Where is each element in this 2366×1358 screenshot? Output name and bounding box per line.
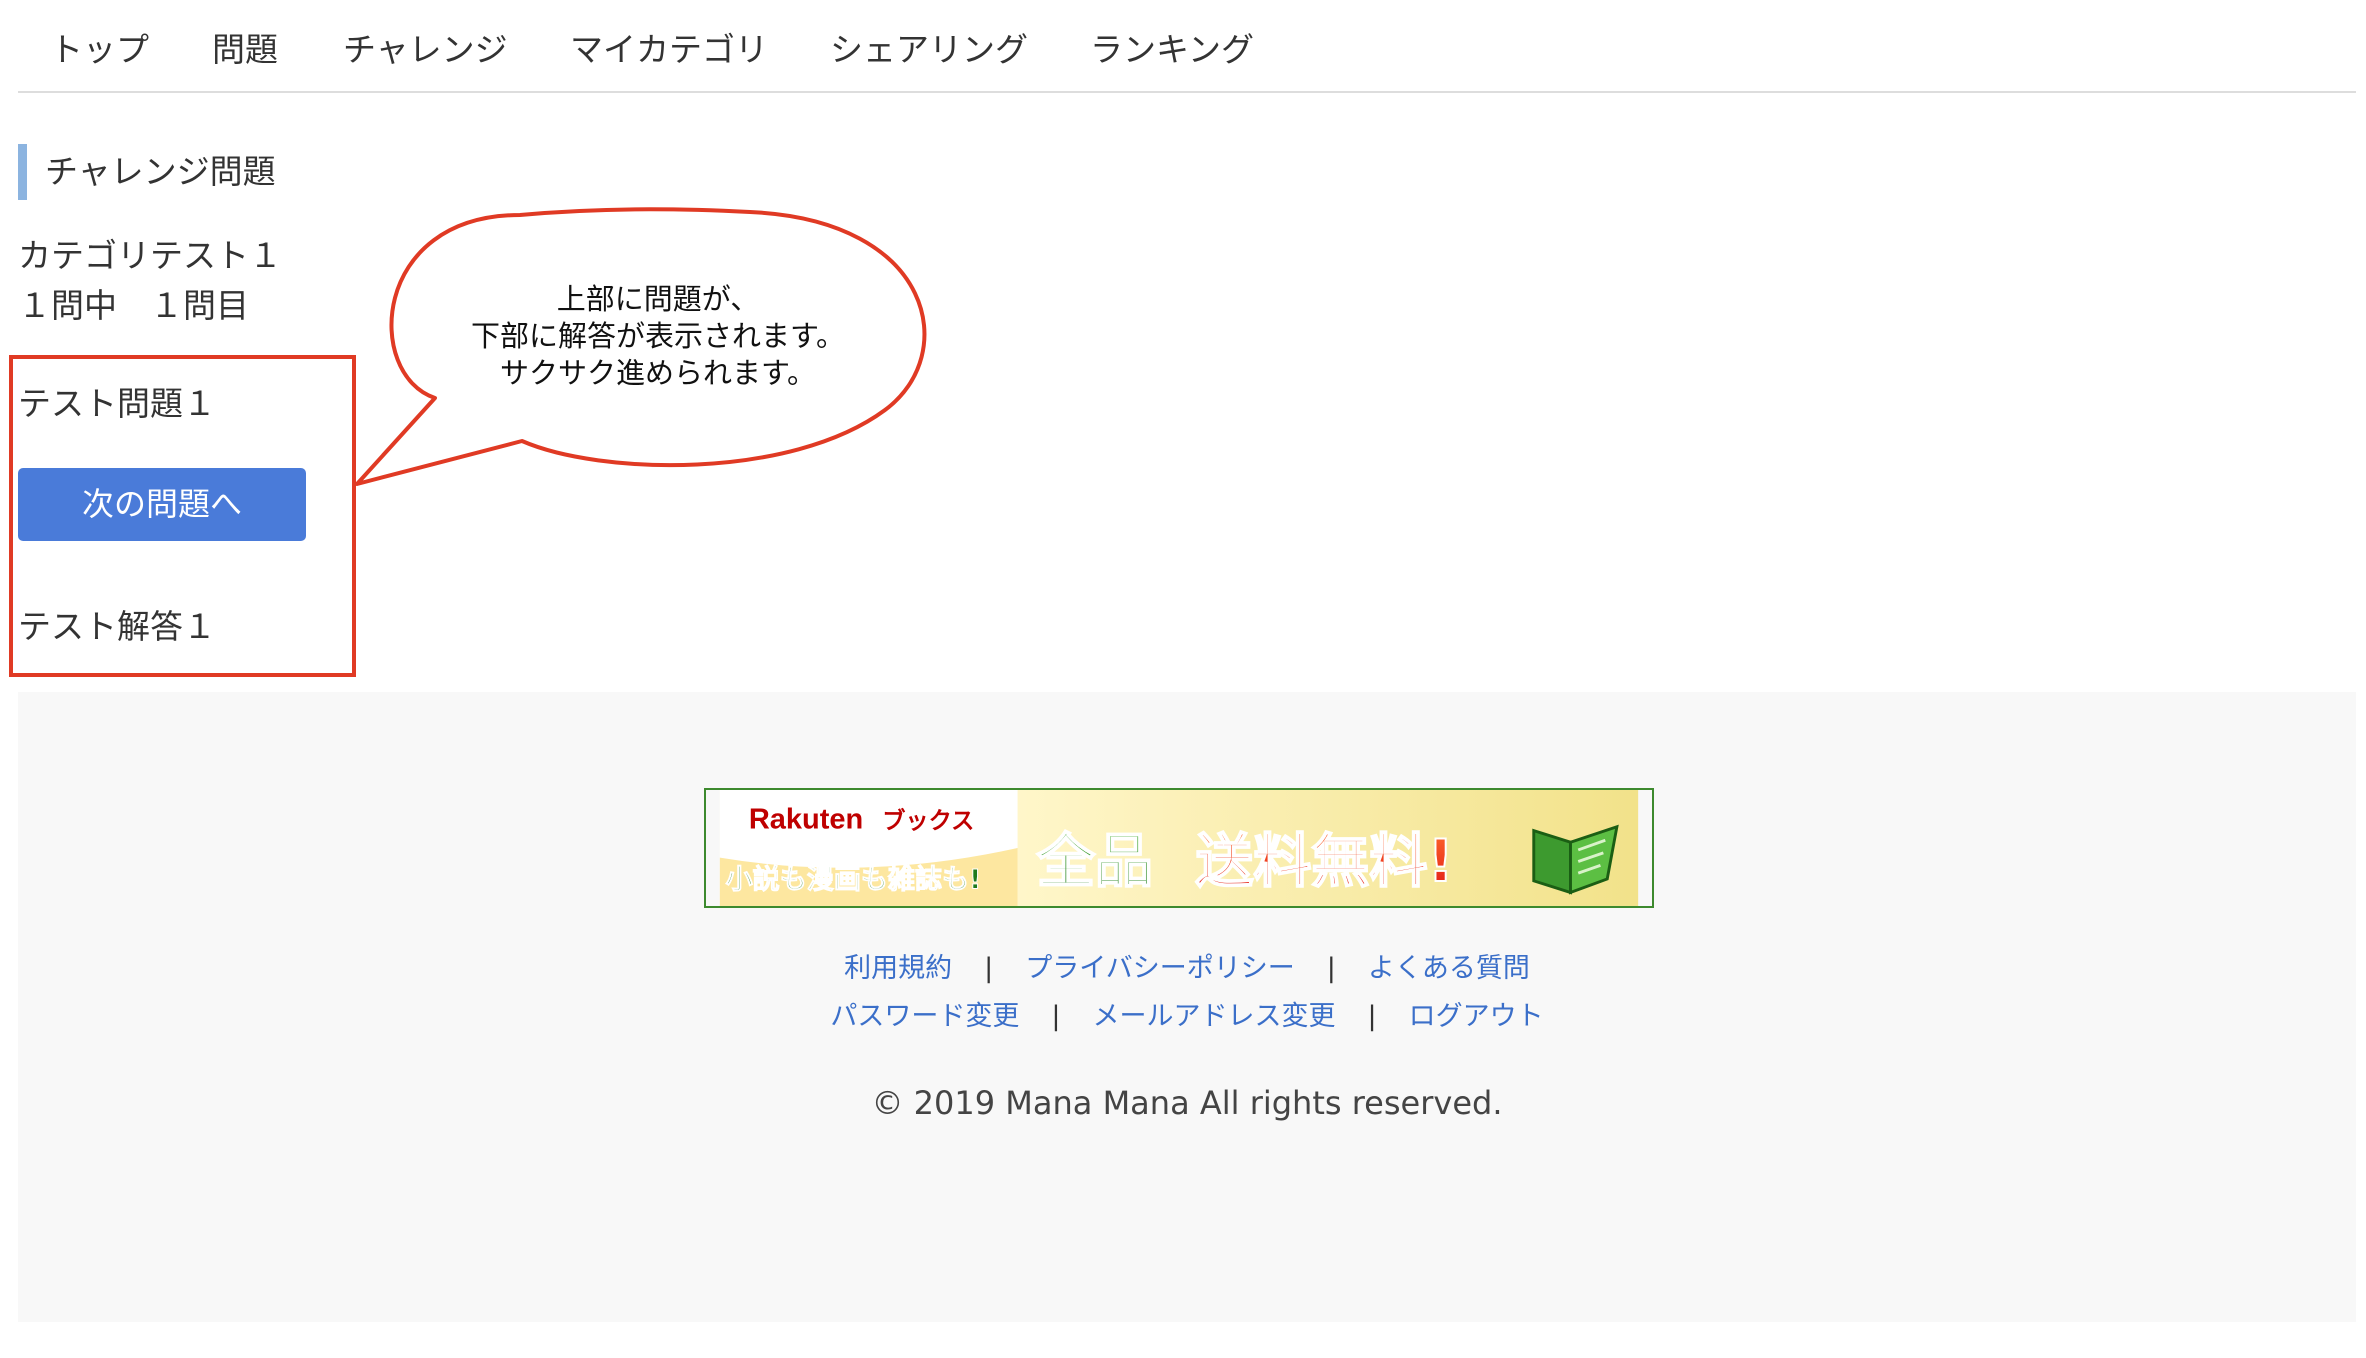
nav-item-challenge[interactable]: チャレンジ xyxy=(343,28,508,72)
change-email-link[interactable]: メールアドレス変更 xyxy=(1093,1001,1336,1032)
footer-separator: | xyxy=(1051,1001,1061,1032)
category-name: カテゴリテスト１ xyxy=(18,236,282,275)
banner-tagline: 小説も漫画も雑誌も! xyxy=(726,864,982,896)
banner-headline-free-shipping: 送料無料! xyxy=(1195,827,1453,895)
rakuten-books-banner[interactable]: Rakuten ブックス 小説も漫画も雑誌も! 全品 送料無料! xyxy=(704,788,1654,908)
nav-item-sharing[interactable]: シェアリング xyxy=(830,28,1028,72)
footer-separator: | xyxy=(984,953,994,984)
annotation-highlight-box xyxy=(9,355,356,677)
nav-item-questions[interactable]: 問題 xyxy=(212,28,278,72)
banner-brand: Rakuten xyxy=(749,804,863,836)
annotation-line: 上部に問題が、 xyxy=(556,282,760,316)
footer-separator: | xyxy=(1326,953,1336,984)
annotation-line: サクサク進められます。 xyxy=(499,356,817,390)
top-nav: トップ 問題 チャレンジ マイカテゴリ シェアリング ランキング xyxy=(18,0,2356,93)
banner-headline-all-items: 全品 xyxy=(1036,827,1153,895)
logout-link[interactable]: ログアウト xyxy=(1409,1001,1544,1032)
terms-of-service-link[interactable]: 利用規約 xyxy=(844,953,952,984)
footer-separator: | xyxy=(1367,1001,1377,1032)
section-title: チャレンジ問題 xyxy=(18,144,276,200)
change-password-link[interactable]: パスワード変更 xyxy=(830,1001,1019,1032)
copyright-text: © 2019 Mana Mana All rights reserved. xyxy=(871,1084,1503,1122)
footer-links-row-2: パスワード変更 | メールアドレス変更 | ログアウト xyxy=(18,997,2356,1037)
faq-link[interactable]: よくある質問 xyxy=(1368,953,1530,984)
footer: Rakuten ブックス 小説も漫画も雑誌も! 全品 送料無料! 利用規約 | プラ… xyxy=(18,692,2356,1322)
nav-item-ranking[interactable]: ランキング xyxy=(1090,28,1254,72)
banner-brand-suffix: ブックス xyxy=(882,808,974,835)
annotation-text: 上部に問題が、 下部に解答が表示されます。 サクサク進められます。 xyxy=(398,281,918,392)
privacy-policy-link[interactable]: プライバシーポリシー xyxy=(1025,953,1294,984)
page: トップ 問題 チャレンジ マイカテゴリ シェアリング ランキング チャレンジ問題… xyxy=(0,0,2366,1358)
nav-item-my-category[interactable]: マイカテゴリ xyxy=(570,28,768,72)
footer-links-row-1: 利用規約 | プライバシーポリシー | よくある質問 xyxy=(18,949,2356,989)
nav-item-top[interactable]: トップ xyxy=(50,28,149,72)
question-progress: １問中 １問目 xyxy=(18,286,249,325)
annotation-line: 下部に解答が表示されます。 xyxy=(470,319,846,353)
